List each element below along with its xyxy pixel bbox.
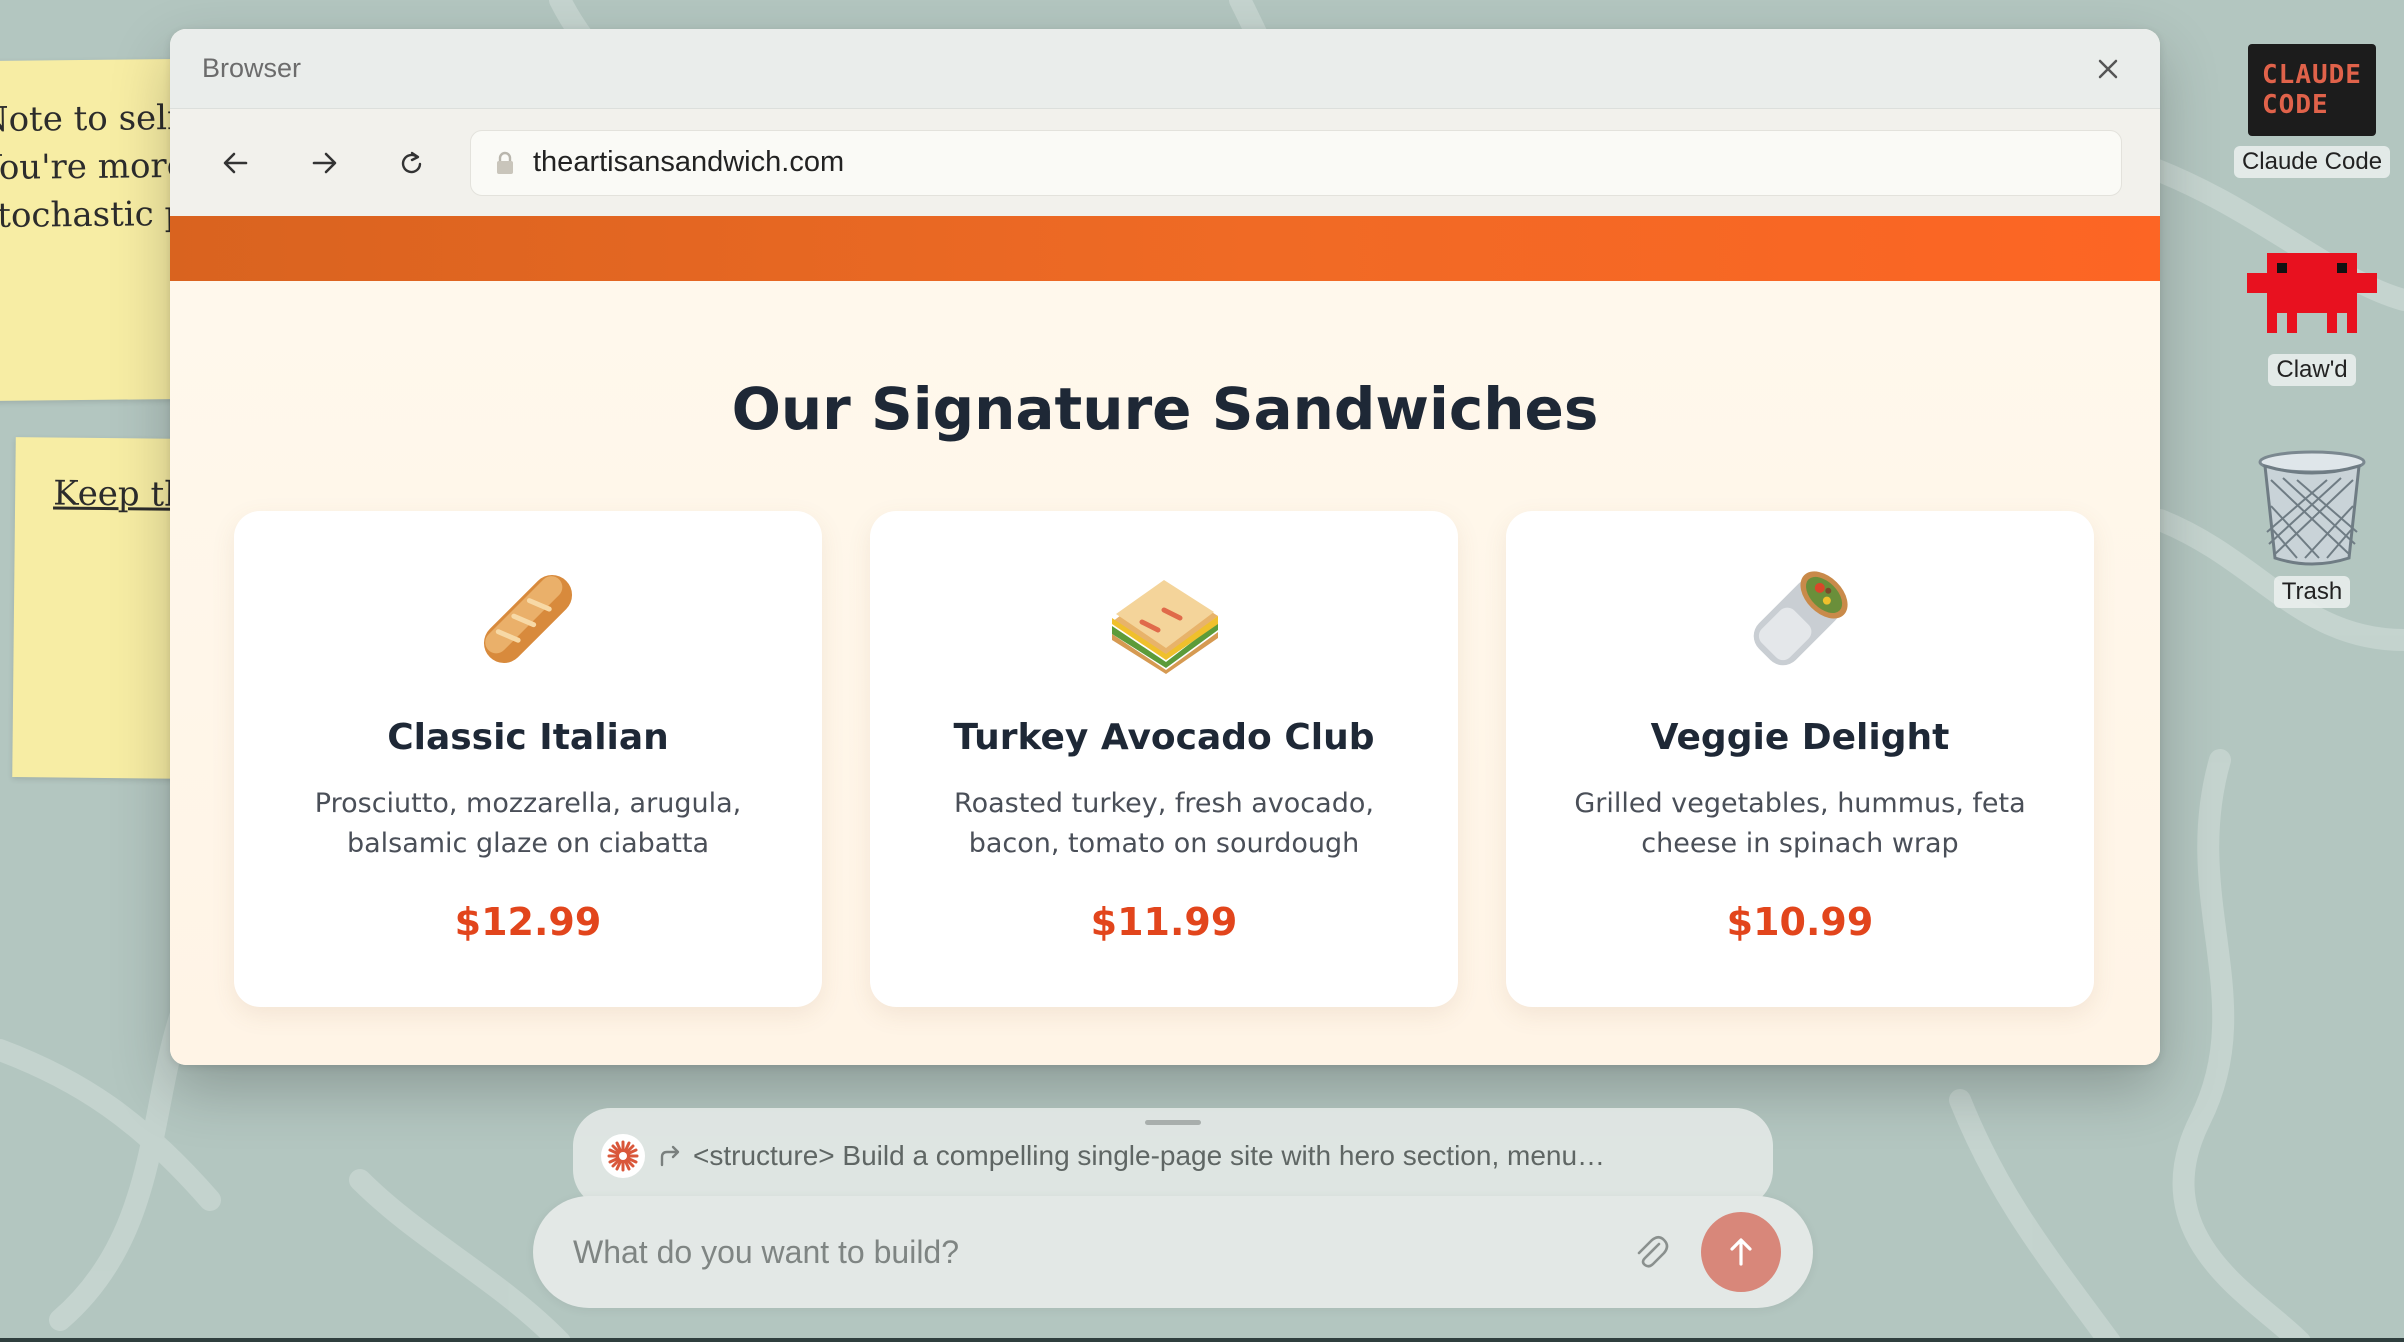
menu-section: Our Signature Sandwiches Classic Italian… (170, 281, 2160, 1065)
desktop-icon-label: Claude Code (2233, 146, 2391, 178)
sandwich-description: Prosciutto, mozzarella, arugula, balsami… (314, 788, 742, 859)
clawd-pixel-icon (2247, 253, 2377, 333)
sandwich-card-list: Classic Italian Prosciutto, mozzarella, … (234, 511, 2094, 1007)
sandwich-name: Classic Italian (387, 717, 669, 758)
burrito-wrap-icon (1735, 559, 1865, 679)
browser-window: Browser theartisansandwich.com Our Signa… (170, 29, 2160, 1065)
close-icon (2098, 59, 2118, 78)
sandwich-price: $12.99 (454, 900, 602, 944)
prompt-input[interactable] (573, 1233, 1623, 1271)
claude-code-icon-art-text: CLAUDE CODE (2262, 60, 2362, 120)
sticky-note[interactable]: Note to self: You're more stochastic p (0, 59, 182, 401)
sandwich-name: Turkey Avocado Club (953, 717, 1375, 758)
prompt-bar (533, 1196, 1813, 1308)
forward-button[interactable] (280, 133, 368, 193)
arrow-up-icon (1730, 1238, 1752, 1266)
claude-code-terminal-icon: CLAUDE CODE (2248, 44, 2376, 136)
send-button[interactable] (1701, 1212, 1781, 1292)
sticky-note[interactable]: Keep th (12, 437, 196, 779)
desktop-icon-claude-code[interactable]: CLAUDE CODE Claude Code (2212, 44, 2404, 178)
reload-button[interactable] (368, 133, 456, 193)
arrow-right-icon (312, 152, 337, 173)
close-button[interactable] (2088, 49, 2128, 89)
task-text-row: <structure> Build a compelling single-pa… (657, 1134, 1605, 1178)
address-bar[interactable]: theartisansandwich.com (470, 129, 2122, 196)
attach-button[interactable] (1623, 1224, 1679, 1280)
desktop-icon-label: Trash (2273, 576, 2351, 608)
sticky-note-text: Keep th (52, 473, 187, 515)
arrow-left-icon (223, 152, 248, 173)
sandwich-card[interactable]: Classic Italian Prosciutto, mozzarella, … (234, 511, 822, 1007)
baguette-icon (463, 559, 593, 679)
drag-handle[interactable] (1145, 1120, 1201, 1125)
hero-banner-strip (170, 216, 2160, 281)
taskbar-edge (0, 1338, 2404, 1342)
task-status-pill[interactable]: <structure> Build a compelling single-pa… (573, 1108, 1773, 1208)
desktop-icon-label: Claw'd (2268, 354, 2356, 386)
section-title: Our Signature Sandwiches (731, 375, 1599, 443)
desktop-icon-trash[interactable]: Trash (2212, 450, 2404, 608)
trash-icon (2258, 450, 2366, 566)
url-text: theartisansandwich.com (533, 146, 845, 178)
sandwich-icon (1099, 559, 1229, 679)
lock-icon (497, 151, 513, 174)
task-description: <structure> Build a compelling single-pa… (693, 1140, 1606, 1171)
sandwich-card[interactable]: Veggie Delight Grilled vegetables, hummu… (1506, 511, 2094, 1007)
sandwich-description: Roasted turkey, fresh avocado, bacon, to… (954, 788, 1374, 859)
browser-toolbar: theartisansandwich.com (170, 109, 2160, 216)
reply-arrow-icon (660, 1145, 680, 1167)
sticky-note-text: Note to self: You're more stochastic p (0, 97, 182, 237)
claude-logo-icon (601, 1134, 645, 1178)
sandwich-name: Veggie Delight (1650, 717, 1950, 758)
desktop-icon-clawd[interactable]: Claw'd (2212, 252, 2404, 386)
window-title: Browser (202, 53, 302, 83)
sandwich-card[interactable]: Turkey Avocado Club Roasted turkey, fres… (870, 511, 1458, 1007)
paperclip-icon (1637, 1235, 1669, 1268)
back-button[interactable] (192, 133, 280, 193)
sandwich-price: $10.99 (1726, 900, 1874, 944)
sandwich-price: $11.99 (1090, 900, 1238, 944)
browser-titlebar[interactable]: Browser (170, 29, 2160, 109)
sandwich-description: Grilled vegetables, hummus, feta cheese … (1574, 788, 2026, 859)
reload-icon (401, 151, 422, 173)
